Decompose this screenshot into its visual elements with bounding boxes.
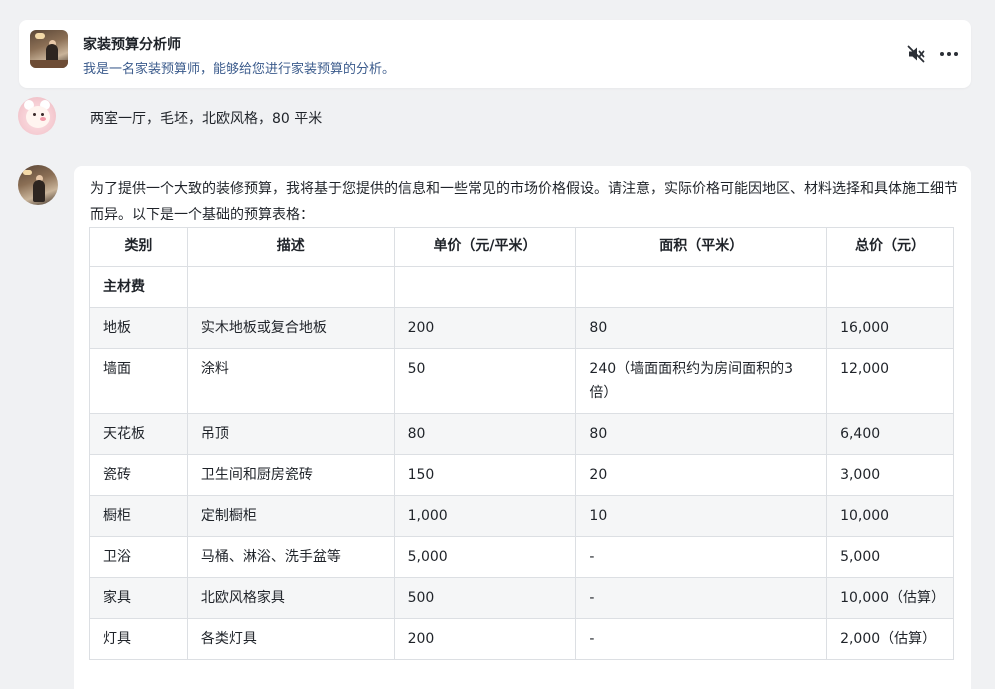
category-cell: 墙面	[89, 348, 188, 414]
category-cell: 家具	[89, 577, 188, 619]
total-cell: 6,400	[826, 413, 954, 455]
unit-price-cell: 500	[393, 577, 577, 619]
total-cell: 5,000	[826, 536, 954, 578]
unit-price-cell: 150	[393, 454, 577, 496]
area-cell: -	[575, 536, 828, 578]
description-cell: 定制橱柜	[186, 495, 395, 537]
table-row: 卫浴 马桶、淋浴、洗手盆等 5,000-5,000	[89, 536, 954, 578]
area-cell: -	[575, 577, 828, 619]
area-cell: 80	[575, 307, 828, 349]
bot-name: 家装预算分析师	[83, 37, 181, 53]
speaker-muted-icon[interactable]	[906, 44, 926, 64]
description-cell: 涂料	[186, 348, 395, 414]
unit-price-cell: 1,000	[393, 495, 577, 537]
column-header-area: 面积（平米）	[575, 227, 828, 267]
total-cell: 10,000	[826, 495, 954, 537]
total-cell: 2,000（估算）	[826, 618, 954, 660]
description-cell: 卫生间和厨房瓷砖	[186, 454, 395, 496]
bot-header-card: 家装预算分析师 我是一名家装预算师，能够给您进行家装预算的分析。	[19, 20, 971, 88]
table-section-row: 主材费	[89, 266, 954, 308]
description-cell: 马桶、淋浴、洗手盆等	[186, 536, 395, 578]
column-header-total: 总价（元）	[826, 227, 954, 267]
area-cell: 240（墙面面积约为房间面积的3倍）	[575, 348, 828, 414]
answer-intro-text: 为了提供一个大致的装修预算，我将基于您提供的信息和一些常见的市场价格假设。请注意…	[90, 181, 958, 223]
unit-price-cell: 200	[393, 618, 577, 660]
unit-price-cell: 80	[393, 413, 577, 455]
category-cell: 瓷砖	[89, 454, 188, 496]
table-row: 天花板 吊顶 80 80 6,400	[89, 413, 954, 455]
total-cell: 12,000	[826, 348, 954, 414]
table-row: 瓷砖 卫生间和厨房瓷砖 150 20 3,000	[89, 454, 954, 496]
bot-avatar[interactable]	[30, 30, 68, 68]
bot-message-avatar[interactable]	[18, 165, 58, 205]
area-cell: 80	[575, 413, 828, 455]
description-cell: 吊顶	[186, 413, 395, 455]
total-cell: 3,000	[826, 454, 954, 496]
table-header-row: 类别 描述 单价（元/平米） 面积（平米） 总价（元）	[89, 227, 954, 267]
table-row: 墙面 涂料 50 240（墙面面积约为房间面积的3倍） 12,000	[89, 348, 954, 414]
table-row: 家具 北欧风格家具 500-10,000（估算）	[89, 577, 954, 619]
description-cell: 实木地板或复合地板	[186, 307, 395, 349]
more-horizontal-icon[interactable]	[938, 44, 960, 64]
bot-message-card: 为了提供一个大致的装修预算，我将基于您提供的信息和一些常见的市场价格假设。请注意…	[74, 166, 971, 689]
table-row: 橱柜 定制橱柜 1,000 10 10,000	[89, 495, 954, 537]
category-cell: 天花板	[89, 413, 188, 455]
category-cell: 灯具	[89, 618, 188, 660]
section-label: 主材费	[89, 266, 188, 308]
column-header-description: 描述	[186, 227, 395, 267]
unit-price-cell: 200	[393, 307, 577, 349]
area-cell: 10	[575, 495, 828, 537]
unit-price-cell: 50	[393, 348, 577, 414]
description-cell: 各类灯具	[186, 618, 395, 660]
category-cell: 卫浴	[89, 536, 188, 578]
total-cell: 10,000（估算）	[826, 577, 954, 619]
table-row: 地板 实木地板或复合地板 200 80 16,000	[89, 307, 954, 349]
category-cell: 地板	[89, 307, 188, 349]
area-cell: -	[575, 618, 828, 660]
total-cell: 16,000	[826, 307, 954, 349]
unit-price-cell: 5,000	[393, 536, 577, 578]
table-row: 灯具 各类灯具 200-2,000（估算）	[89, 618, 954, 660]
user-message-text: 两室一厅，毛坯，北欧风格，80 平米	[90, 111, 323, 127]
description-cell: 北欧风格家具	[186, 577, 395, 619]
bot-description: 我是一名家装预算师，能够给您进行家装预算的分析。	[83, 62, 396, 77]
budget-table: 类别 描述 单价（元/平米） 面积（平米） 总价（元） 主材费 地板 实木地板或复…	[89, 227, 954, 660]
column-header-unit-price: 单价（元/平米）	[393, 227, 577, 267]
area-cell: 20	[575, 454, 828, 496]
user-avatar[interactable]	[18, 97, 56, 135]
category-cell: 橱柜	[89, 495, 188, 537]
column-header-category: 类别	[89, 227, 188, 267]
